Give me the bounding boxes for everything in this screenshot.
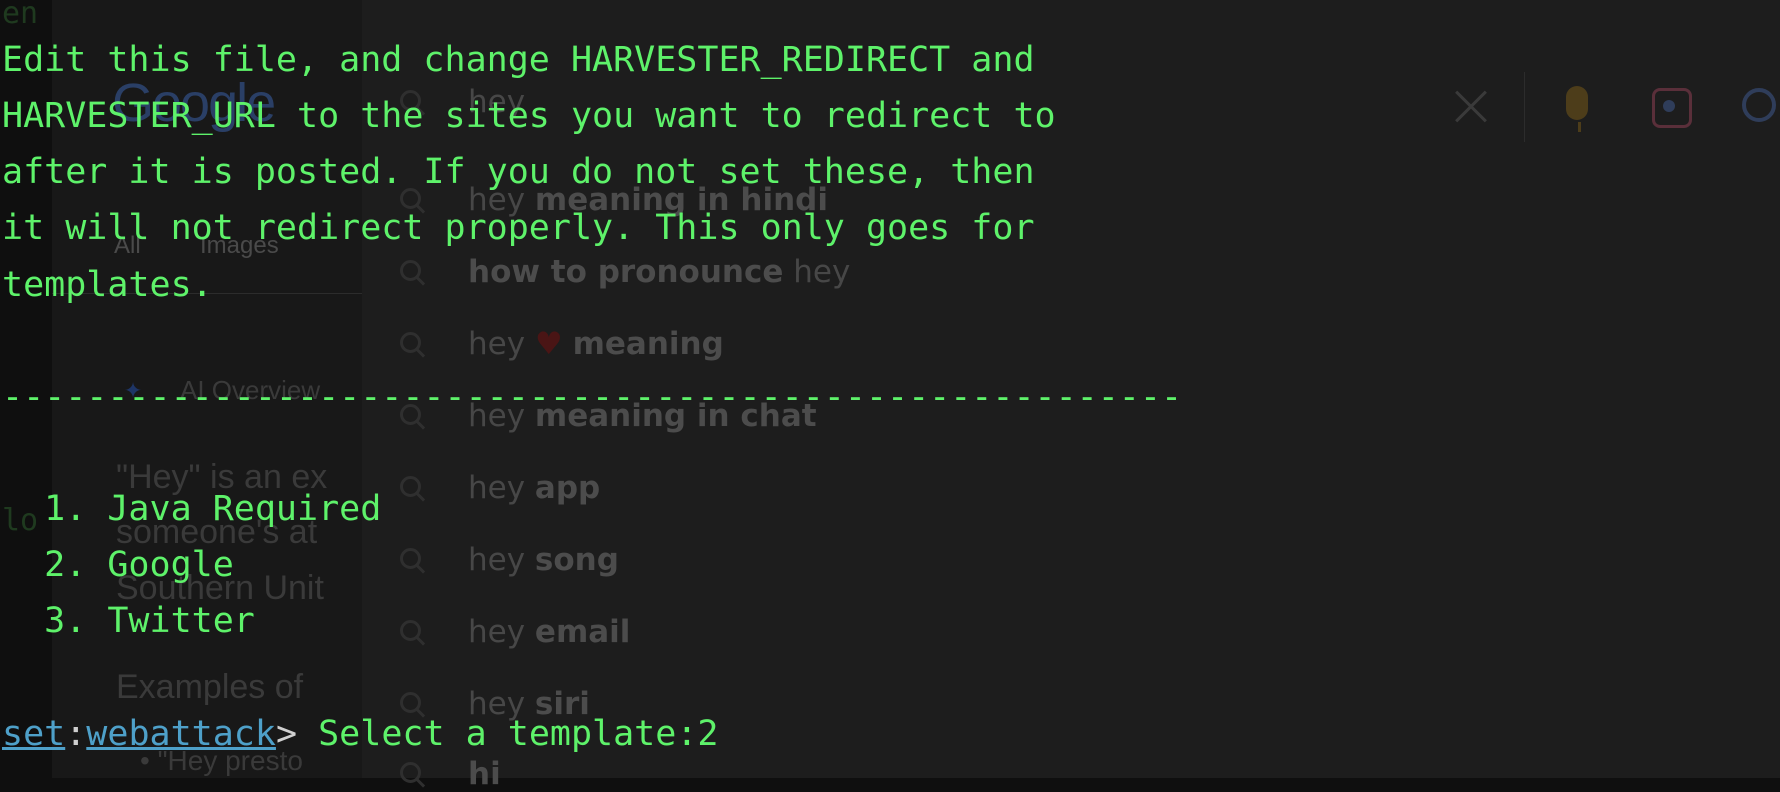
prompt-colon: : — [65, 714, 87, 754]
prompt-input[interactable]: 2 — [697, 714, 718, 754]
terminal-text-line: HARVESTER_URL to the sites you want to r… — [2, 96, 1056, 136]
menu-option-twitter: 3. Twitter — [2, 601, 255, 641]
menu-option-google: 2. Google — [2, 545, 234, 585]
terminal-text-line: after it is posted. If you do not set th… — [2, 152, 1035, 192]
prompt-symbol: > — [275, 714, 298, 754]
menu-option-java-required: 1. Java Required — [2, 489, 382, 529]
terminal-prompt-line[interactable]: set:webattack> Select a template:2 — [2, 714, 718, 754]
terminal-text-line: it will not redirect properly. This only… — [2, 208, 1035, 248]
terminal-divider: ----------------------------------------… — [2, 377, 1183, 417]
terminal-text-line: Edit this file, and change HARVESTER_RED… — [2, 40, 1035, 80]
prompt-set: set — [2, 714, 66, 754]
prompt-module: webattack — [86, 714, 276, 754]
prompt-question: Select a template: — [297, 714, 698, 754]
terminal-window[interactable]: Edit this file, and change HARVESTER_RED… — [0, 0, 1780, 778]
terminal-text-line: templates. — [2, 265, 213, 305]
